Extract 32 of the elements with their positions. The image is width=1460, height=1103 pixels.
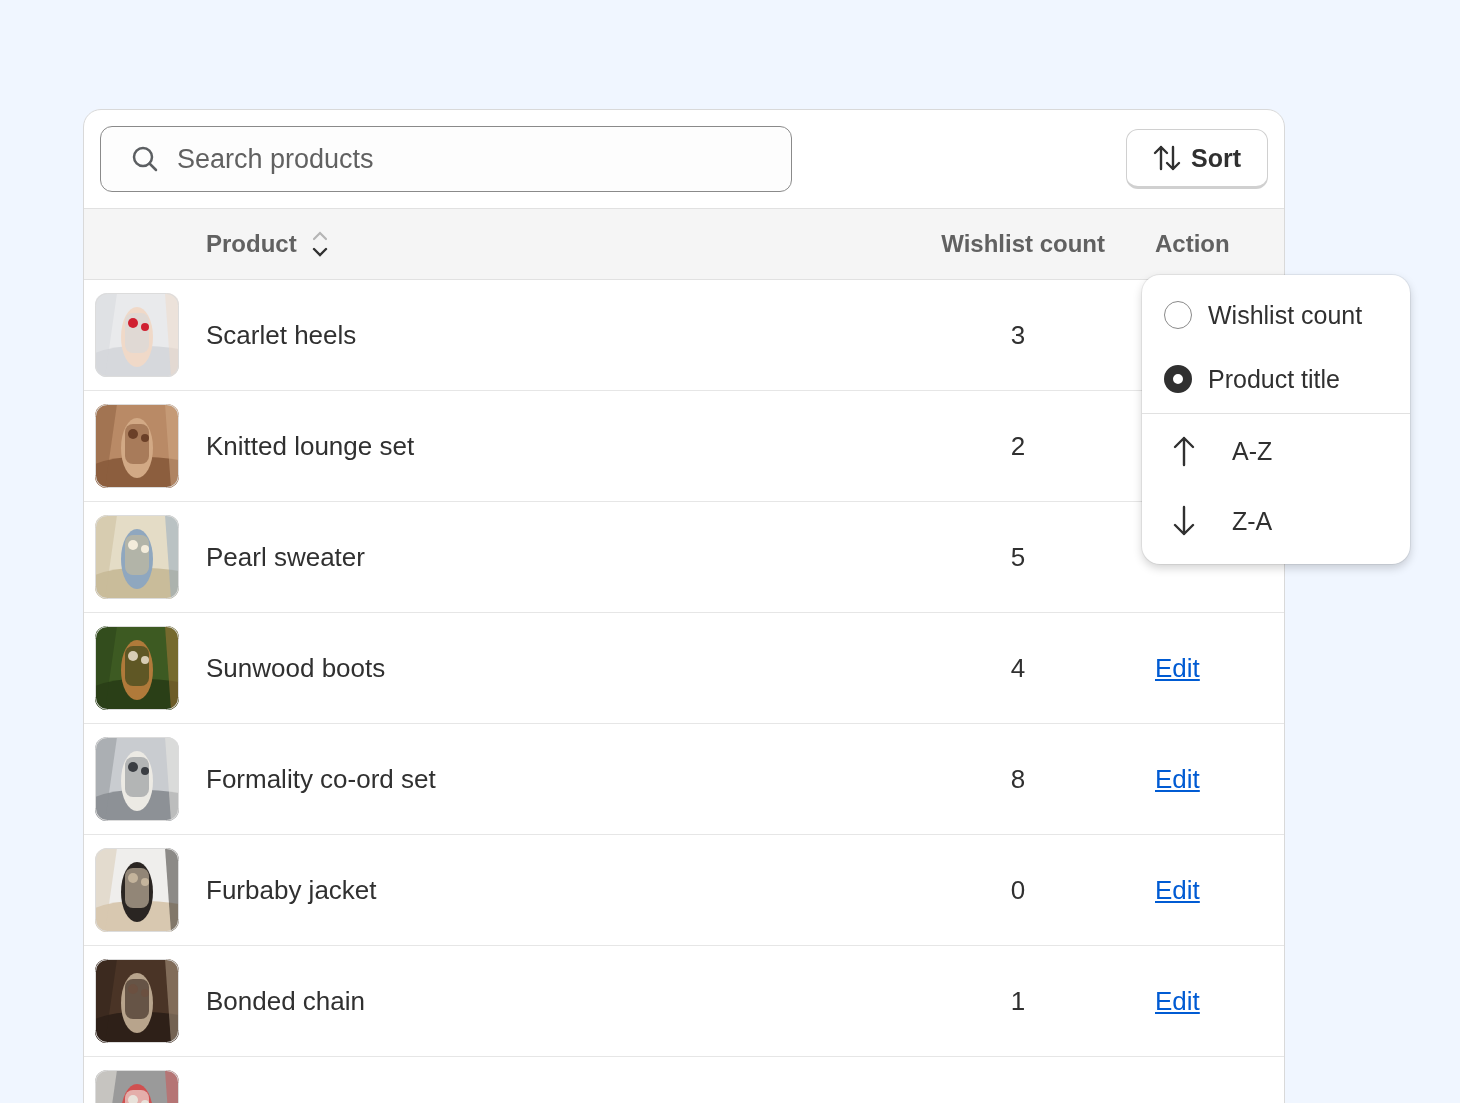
wishlist-count: 5 xyxy=(1010,541,1026,572)
wishlist-count: 2 xyxy=(1010,430,1026,461)
sort-button[interactable]: Sort xyxy=(1126,129,1268,189)
column-header[interactable]: Product xyxy=(206,230,297,258)
edit-link[interactable]: Edit xyxy=(1155,652,1200,683)
wishlist-count: 1 xyxy=(1010,985,1026,1016)
wishlist-count: 4 xyxy=(1010,652,1026,683)
product-name: Sunwood boots xyxy=(206,652,386,683)
product-name: Scarlet heels xyxy=(206,319,357,350)
product-name: Formality co-ord set xyxy=(206,763,436,794)
product-name: Bonded chain xyxy=(206,985,366,1016)
sort-chevron-icon[interactable] xyxy=(310,229,329,259)
edit-link[interactable]: Edit xyxy=(1155,874,1200,905)
radio-button[interactable] xyxy=(1164,365,1192,393)
product-name: Furbaby jacket xyxy=(206,874,377,905)
menu-option[interactable]: Z-A xyxy=(1232,506,1273,536)
menu-option[interactable]: Wishlist count xyxy=(1208,300,1363,330)
arrow-down-icon xyxy=(1172,505,1196,537)
product-name: Pearl sweater xyxy=(206,541,365,572)
wishlist-count: 0 xyxy=(1010,874,1026,905)
arrow-up-icon xyxy=(1172,435,1196,467)
edit-link[interactable]: Edit xyxy=(1155,763,1200,794)
column-header: Action xyxy=(1155,230,1230,257)
wishlist-count: 8 xyxy=(1010,763,1026,794)
menu-option[interactable]: A-Z xyxy=(1232,436,1273,466)
product-name: Knitted lounge set xyxy=(206,430,415,461)
column-header: Wishlist count xyxy=(941,230,1105,257)
search-field[interactable]: Search products xyxy=(100,126,792,192)
menu-option[interactable]: Product title xyxy=(1208,364,1340,394)
edit-link[interactable]: Edit xyxy=(1155,985,1200,1016)
wishlist-count: 3 xyxy=(1010,319,1026,350)
sort-icon xyxy=(1153,144,1183,172)
